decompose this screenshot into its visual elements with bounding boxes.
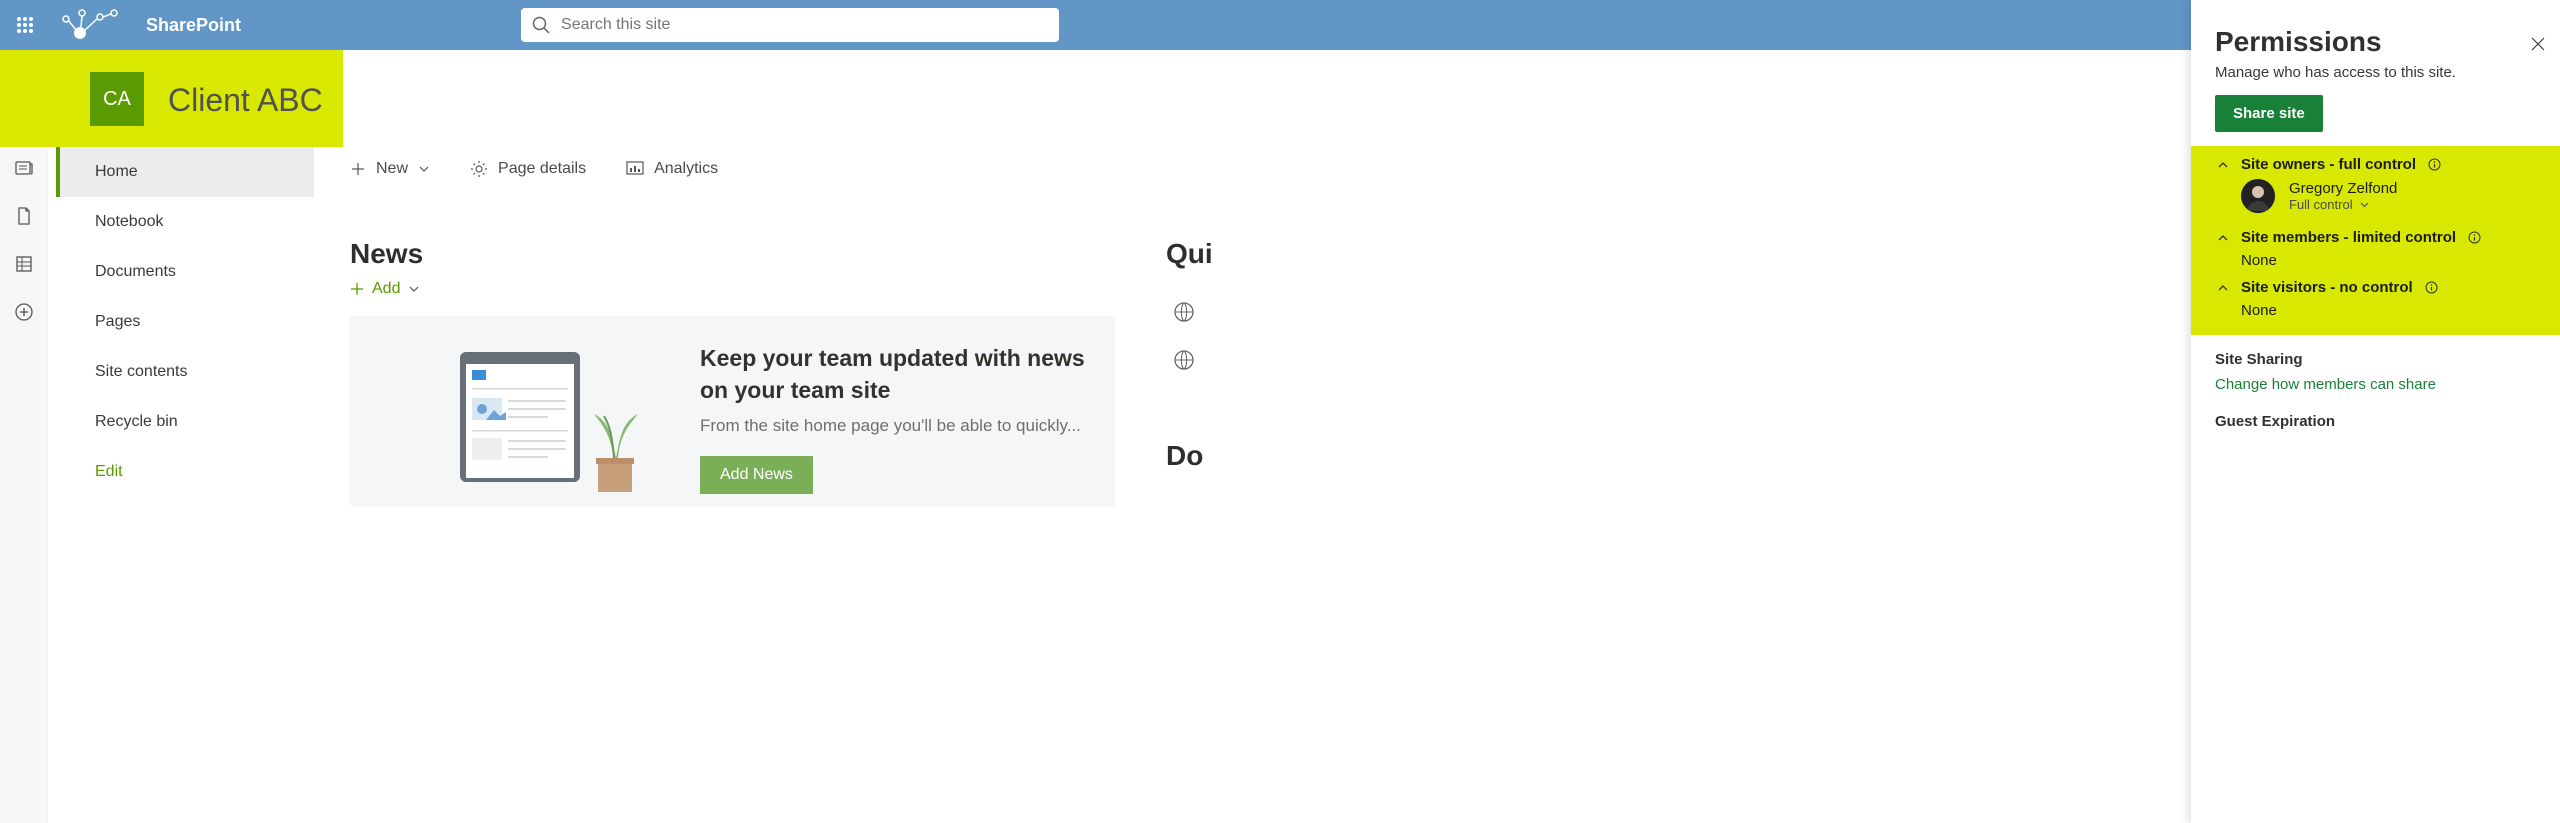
file-icon[interactable]: [14, 206, 34, 226]
nav-edit[interactable]: Edit: [56, 447, 314, 497]
list-icon[interactable]: [14, 254, 34, 274]
add-circle-icon[interactable]: [14, 302, 34, 322]
sharepoint-logo-icon: [60, 9, 120, 41]
gear-icon: [470, 160, 488, 178]
news-add-label: Add: [372, 280, 400, 298]
nav-site-contents[interactable]: Site contents: [56, 347, 314, 397]
search-input[interactable]: [561, 16, 1049, 34]
search-icon: [531, 15, 551, 35]
info-icon[interactable]: [2428, 158, 2441, 171]
plus-icon: [350, 282, 364, 296]
suite-bar: SharePoint: [0, 0, 2560, 50]
site-title: Client ABC: [168, 82, 323, 119]
app-rail: [0, 50, 48, 823]
members-body: None: [2215, 246, 2536, 279]
documents-heading: Do: [1166, 440, 1203, 472]
globe-icon: [1172, 300, 1196, 324]
nav-home[interactable]: Home: [56, 147, 314, 197]
owners-label: Site owners - full control: [2241, 156, 2416, 173]
nav-notebook[interactable]: Notebook: [56, 197, 314, 247]
site-sharing-heading: Site Sharing: [2191, 335, 2560, 372]
chevron-up-icon: [2215, 158, 2231, 172]
plus-icon: [350, 161, 366, 177]
cmd-page-details-label: Page details: [498, 160, 586, 178]
news-card-sub: From the site home page you'll be able t…: [700, 416, 1120, 436]
visitors-body: None: [2215, 296, 2536, 323]
panel-subtitle: Manage who has access to this site.: [2191, 64, 2560, 95]
change-sharing-link[interactable]: Change how members can share: [2191, 372, 2560, 397]
owner-name: Gregory Zelfond: [2289, 180, 2397, 197]
command-bar: New Page details Analytics: [350, 160, 718, 178]
guest-expiration-heading: Guest Expiration: [2191, 397, 2560, 434]
cmd-new-label: New: [376, 160, 408, 178]
sharepoint-brand[interactable]: SharePoint: [60, 9, 241, 41]
news-section-title: News: [350, 238, 423, 270]
nav-pages[interactable]: Pages: [56, 297, 314, 347]
members-group-header[interactable]: Site members - limited control: [2215, 229, 2536, 246]
cmd-new[interactable]: New: [350, 160, 430, 178]
owners-group-header[interactable]: Site owners - full control: [2215, 156, 2536, 173]
chevron-up-icon: [2215, 281, 2231, 295]
close-icon: [2530, 36, 2546, 52]
quick-link-item-1[interactable]: [1172, 300, 1196, 329]
nav-documents[interactable]: Documents: [56, 247, 314, 297]
close-panel-button[interactable]: [2530, 36, 2546, 57]
globe-icon: [1172, 348, 1196, 372]
permissions-panel: Permissions Manage who has access to thi…: [2191, 0, 2560, 823]
cmd-page-details[interactable]: Page details: [470, 160, 586, 178]
news-icon[interactable]: [14, 158, 34, 178]
chevron-up-icon: [2215, 231, 2231, 245]
visitors-group-header[interactable]: Site visitors - no control: [2215, 279, 2536, 296]
chart-icon: [626, 160, 644, 178]
visitors-label: Site visitors - no control: [2241, 279, 2413, 296]
chevron-down-icon: [2359, 199, 2370, 210]
members-label: Site members - limited control: [2241, 229, 2456, 246]
owner-row[interactable]: Gregory Zelfond Full control: [2215, 173, 2536, 219]
avatar: [2241, 179, 2275, 213]
nav-recycle-bin[interactable]: Recycle bin: [56, 397, 314, 447]
app-name: SharePoint: [146, 15, 241, 36]
owner-perm-label: Full control: [2289, 197, 2353, 212]
info-icon[interactable]: [2468, 231, 2481, 244]
search-wrap: [521, 8, 1059, 42]
news-empty-card: Keep your team updated with news on your…: [350, 316, 1115, 506]
quick-launch-nav: Home Notebook Documents Pages Site conte…: [56, 147, 314, 497]
app-launcher-icon[interactable]: [0, 0, 50, 50]
cmd-analytics-label: Analytics: [654, 160, 718, 178]
add-news-button[interactable]: Add News: [700, 456, 813, 494]
search-box[interactable]: [521, 8, 1059, 42]
share-site-button[interactable]: Share site: [2215, 95, 2323, 132]
news-add[interactable]: Add: [350, 280, 420, 298]
news-illustration: [460, 342, 660, 507]
panel-title: Permissions: [2191, 0, 2560, 64]
quick-link-item-2[interactable]: [1172, 348, 1196, 377]
site-logo[interactable]: CA: [90, 72, 144, 126]
quick-links-heading: Qui: [1166, 238, 1213, 270]
chevron-down-icon: [418, 163, 430, 175]
chevron-down-icon: [408, 283, 420, 295]
news-card-heading: Keep your team updated with news on your…: [700, 342, 1110, 406]
info-icon[interactable]: [2425, 281, 2438, 294]
owner-permission-dropdown[interactable]: Full control: [2289, 197, 2397, 212]
cmd-analytics[interactable]: Analytics: [626, 160, 718, 178]
permission-groups-highlight: Site owners - full control Gregory Zelfo…: [2191, 146, 2560, 335]
